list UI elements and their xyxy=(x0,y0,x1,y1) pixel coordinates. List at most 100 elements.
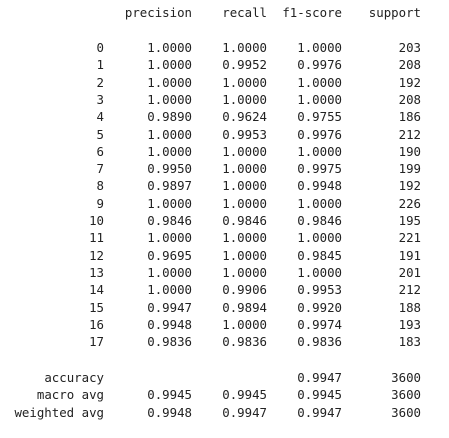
summary-row: accuracy 0.9947 3600 xyxy=(0,369,449,386)
cell-recall: 0.9947 xyxy=(222,405,267,420)
cell-f1: 1.0000 xyxy=(297,144,342,159)
cell-f1: 0.9953 xyxy=(297,282,342,297)
cell-recall: 0.9945 xyxy=(222,387,267,402)
class-row: 6 1.0000 1.0000 1.0000 190 xyxy=(0,143,449,160)
cell-label: 8 xyxy=(96,178,104,193)
cell-support: 208 xyxy=(398,92,421,107)
class-row: 1 1.0000 0.9952 0.9976 208 xyxy=(0,56,449,73)
class-row: 2 1.0000 1.0000 1.0000 192 xyxy=(0,74,449,91)
cell-precision: 0.9846 xyxy=(147,213,192,228)
cell-precision: 0.9945 xyxy=(147,387,192,402)
cell-precision: 1.0000 xyxy=(147,75,192,90)
cell-label: 14 xyxy=(89,282,104,297)
cell-label: 15 xyxy=(89,300,104,315)
cell-precision: 0.9836 xyxy=(147,334,192,349)
cell-precision: 1.0000 xyxy=(147,196,192,211)
cell-precision: 1.0000 xyxy=(147,265,192,280)
class-row: 14 1.0000 0.9906 0.9953 212 xyxy=(0,281,449,298)
cell-precision: 0.9948 xyxy=(147,317,192,332)
cell-recall: 0.9906 xyxy=(222,282,267,297)
cell-support: 188 xyxy=(398,300,421,315)
cell-support: 191 xyxy=(398,248,421,263)
cell-label: 7 xyxy=(96,161,104,176)
cell-label: weighted avg xyxy=(14,405,104,420)
cell-recall: 0.9836 xyxy=(222,334,267,349)
cell-label: 2 xyxy=(96,75,104,90)
cell-recall: 0.9846 xyxy=(222,213,267,228)
cell-precision: 0.9897 xyxy=(147,178,192,193)
class-row: 8 0.9897 1.0000 0.9948 192 xyxy=(0,177,449,194)
cell-support: 193 xyxy=(398,317,421,332)
cell-precision: 0.9950 xyxy=(147,161,192,176)
cell-support: 203 xyxy=(398,40,421,55)
class-row: 5 1.0000 0.9953 0.9976 212 xyxy=(0,126,449,143)
cell-support: 226 xyxy=(398,196,421,211)
cell-f1: 0.9845 xyxy=(297,248,342,263)
cell-f1: 1.0000 xyxy=(297,230,342,245)
cell-support: 221 xyxy=(398,230,421,245)
cell-f1: 0.9974 xyxy=(297,317,342,332)
cell-recall: 1.0000 xyxy=(222,178,267,193)
summary-row: macro avg 0.9945 0.9945 0.9945 3600 xyxy=(0,386,449,403)
cell-f1: 0.9948 xyxy=(297,178,342,193)
cell-support: 212 xyxy=(398,282,421,297)
cell-label: 3 xyxy=(96,92,104,107)
cell-label: 13 xyxy=(89,265,104,280)
cell-recall: 1.0000 xyxy=(222,144,267,159)
cell-support: 199 xyxy=(398,161,421,176)
cell-support: 192 xyxy=(398,178,421,193)
cell-recall: 0.9953 xyxy=(222,127,267,142)
class-row: 12 0.9695 1.0000 0.9845 191 xyxy=(0,247,449,264)
class-row: 15 0.9947 0.9894 0.9920 188 xyxy=(0,299,449,316)
class-row: 11 1.0000 1.0000 1.0000 221 xyxy=(0,229,449,246)
cell-support: 201 xyxy=(398,265,421,280)
cell-precision: 0.9695 xyxy=(147,248,192,263)
cell-precision: 1.0000 xyxy=(147,127,192,142)
cell-precision: 0.9947 xyxy=(147,300,192,315)
classification-report: precision recall f1-score support 0 1.000… xyxy=(0,0,449,438)
cell-precision: 1.0000 xyxy=(147,92,192,107)
cell-label: 0 xyxy=(96,40,104,55)
cell-f1: 0.9975 xyxy=(297,161,342,176)
cell-precision: 1.0000 xyxy=(147,230,192,245)
class-row: 4 0.9890 0.9624 0.9755 186 xyxy=(0,108,449,125)
cell-f1: 0.9920 xyxy=(297,300,342,315)
header-row: precision recall f1-score support xyxy=(0,4,449,21)
cell-precision: 0.9948 xyxy=(147,405,192,420)
cell-support: 183 xyxy=(398,334,421,349)
cell-f1: 1.0000 xyxy=(297,196,342,211)
cell-support: 186 xyxy=(398,109,421,124)
cell-f1: 0.9947 xyxy=(297,405,342,420)
header-f1-score: f1-score xyxy=(282,5,342,20)
class-row: 16 0.9948 1.0000 0.9974 193 xyxy=(0,316,449,333)
cell-recall: 1.0000 xyxy=(222,248,267,263)
cell-label: accuracy xyxy=(44,370,104,385)
cell-label: 6 xyxy=(96,144,104,159)
class-row: 10 0.9846 0.9846 0.9846 195 xyxy=(0,212,449,229)
cell-label: 5 xyxy=(96,127,104,142)
cell-f1: 0.9947 xyxy=(297,370,342,385)
cell-label: 16 xyxy=(89,317,104,332)
cell-recall: 1.0000 xyxy=(222,75,267,90)
cell-precision: 1.0000 xyxy=(147,57,192,72)
cell-recall: 1.0000 xyxy=(222,230,267,245)
cell-precision: 1.0000 xyxy=(147,40,192,55)
cell-recall: 1.0000 xyxy=(222,265,267,280)
cell-recall: 1.0000 xyxy=(222,196,267,211)
header-recall: recall xyxy=(222,5,267,20)
cell-precision: 1.0000 xyxy=(147,144,192,159)
class-row: 9 1.0000 1.0000 1.0000 226 xyxy=(0,195,449,212)
cell-support: 3600 xyxy=(391,405,421,420)
cell-f1: 0.9846 xyxy=(297,213,342,228)
cell-f1: 0.9755 xyxy=(297,109,342,124)
class-row: 17 0.9836 0.9836 0.9836 183 xyxy=(0,333,449,350)
cell-support: 3600 xyxy=(391,370,421,385)
class-row: 7 0.9950 1.0000 0.9975 199 xyxy=(0,160,449,177)
cell-f1: 1.0000 xyxy=(297,265,342,280)
cell-recall: 0.9894 xyxy=(222,300,267,315)
cell-f1: 1.0000 xyxy=(297,40,342,55)
cell-support: 3600 xyxy=(391,387,421,402)
class-row: 0 1.0000 1.0000 1.0000 203 xyxy=(0,39,449,56)
cell-recall: 1.0000 xyxy=(222,40,267,55)
cell-recall: 1.0000 xyxy=(222,317,267,332)
